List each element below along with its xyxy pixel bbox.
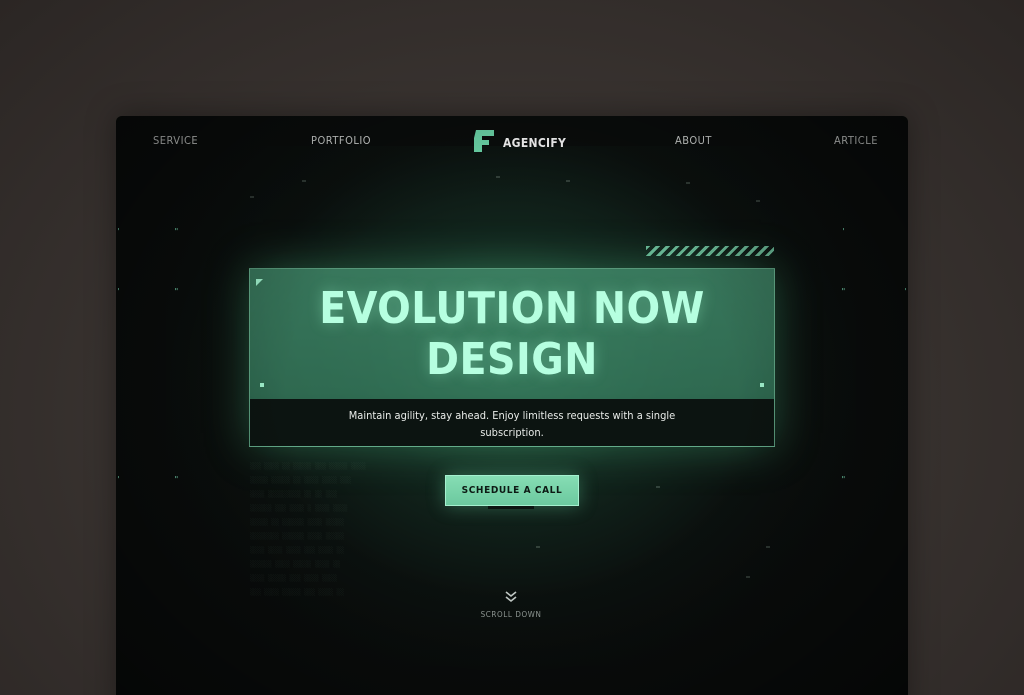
scroll-down-label: SCROLL DOWN	[480, 610, 542, 619]
grain-mark	[746, 576, 750, 578]
grain-mark	[766, 546, 770, 548]
scroll-down[interactable]: SCROLL DOWN	[462, 588, 560, 619]
browser-frame: ' " ' " ' " ' ' " " SERVICE PORTFOLIO AG…	[116, 116, 908, 695]
hazard-stripes	[646, 246, 774, 256]
nav-about[interactable]: ABOUT	[675, 134, 712, 147]
grain-mark	[536, 546, 540, 548]
edge-tick: "	[841, 475, 846, 484]
background-code-texture: ░░░ ░░░░ ░░ ░░░░░ ░░░ ░░░░░ ░░░░ ░░░░░ ░…	[250, 463, 366, 596]
grain-mark	[686, 182, 690, 184]
hero-card: EVOLUTION NOW DESIGN Maintain agility, s…	[249, 268, 775, 447]
edge-tick: '	[841, 227, 846, 236]
edge-tick: '	[116, 475, 121, 484]
hero-title: EVOLUTION NOW DESIGN	[250, 283, 774, 385]
grain-mark	[250, 196, 254, 198]
grain-mark	[496, 176, 500, 178]
hero-subtitle-band: Maintain agility, stay ahead. Enjoy limi…	[250, 399, 774, 446]
grain-mark	[656, 486, 660, 488]
agencify-logo-icon	[472, 130, 495, 156]
edge-tick: "	[841, 287, 846, 296]
hero-subtitle: Maintain agility, stay ahead. Enjoy limi…	[340, 407, 684, 441]
schedule-call-label: SCHEDULE A CALL	[461, 485, 563, 496]
hero-title-line1: EVOLUTION NOW	[319, 283, 705, 334]
edge-tick: "	[174, 227, 179, 236]
brand-name: AGENCIFY	[503, 136, 567, 150]
brand-logo[interactable]: AGENCIFY	[472, 130, 566, 156]
edge-tick: "	[174, 287, 179, 296]
edge-tick: '	[116, 227, 121, 236]
button-notch	[488, 506, 534, 509]
nav-article[interactable]: ARTICLE	[834, 134, 878, 147]
edge-tick: '	[903, 287, 908, 296]
hero-subtitle-line2: subscription.	[480, 426, 544, 439]
top-nav: SERVICE PORTFOLIO AGENCIFY ABOUT ARTICLE	[116, 130, 908, 156]
hero-title-line2: DESIGN	[426, 334, 598, 385]
edge-tick: '	[116, 287, 121, 296]
nav-service[interactable]: SERVICE	[153, 134, 198, 147]
grain-mark	[756, 200, 760, 202]
grain-mark	[566, 180, 570, 182]
nav-portfolio[interactable]: PORTFOLIO	[311, 134, 371, 147]
edge-tick: "	[174, 475, 179, 484]
schedule-call-button[interactable]: SCHEDULE A CALL	[445, 475, 579, 509]
grain-mark	[302, 180, 306, 182]
double-chevron-down-icon	[504, 588, 518, 607]
hero-subtitle-line1: Maintain agility, stay ahead. Enjoy limi…	[348, 409, 676, 422]
